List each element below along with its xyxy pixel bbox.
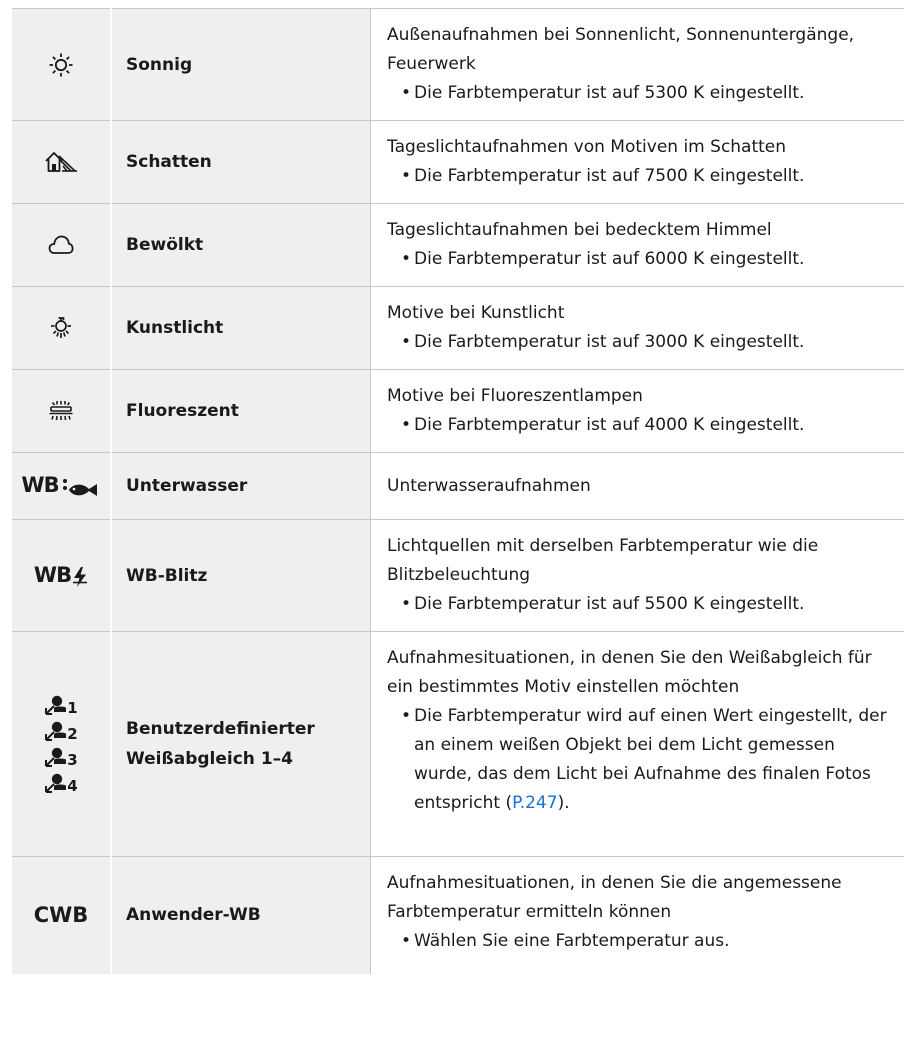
underwater-fish-icon (62, 478, 97, 496)
custom-wb-4: 4 (44, 773, 78, 795)
row-name: WB-Blitz (126, 565, 208, 586)
row-description: Tageslichtaufnahmen bei bedecktem Himmel (387, 220, 772, 240)
row-description: Motive bei Fluoreszentlampen (387, 386, 643, 406)
underwater-wb-icon: WB (21, 473, 100, 499)
row-description: Lichtquellen mit derselben Farbtemperatu… (387, 536, 819, 585)
row-bullet: Wählen Sie eine Farbtemperatur aus. (387, 927, 892, 956)
custom-wb-number: 4 (67, 777, 78, 795)
row-description: Außenaufnahmen bei Sonnenlicht, Sonnenun… (387, 25, 855, 74)
row-bullet: Die Farbtemperatur ist auf 6000 K einges… (387, 245, 892, 274)
table-row: Bewölkt Tageslichtaufnahmen bei bedeckte… (12, 203, 904, 287)
row-name: Sonnig (126, 54, 193, 75)
row-bullet: Die Farbtemperatur ist auf 5300 K einges… (387, 79, 892, 108)
table-row: WB WB-Blitz Lichtquellen mit derselben F… (12, 519, 904, 632)
row-bullet-end: ). (557, 793, 570, 813)
row-name: Unterwasser (126, 476, 248, 496)
custom-wb-icon (45, 747, 67, 767)
row-description: Motive bei Kunstlicht (387, 303, 565, 323)
page-reference-link[interactable]: P.247 (512, 793, 557, 813)
row-name: Kunstlicht (126, 318, 224, 338)
custom-wb-number: 3 (67, 751, 78, 769)
white-balance-table: Sonnig Außenaufnahmen bei Sonnenlicht, S… (12, 8, 904, 974)
table-row: WB Unterwasser Unterwasseraufnahmen (12, 452, 904, 520)
sun-icon (49, 53, 73, 76)
row-description: Aufnahmesituationen, in denen Sie den We… (387, 648, 872, 697)
flash-icon (73, 567, 88, 588)
cwb-icon: CWB (33, 903, 89, 928)
custom-wb-icon (45, 695, 67, 715)
custom-wb-3: 3 (44, 747, 78, 769)
row-bullet-text: Die Farbtemperatur wird auf einen Wert e… (414, 706, 887, 813)
row-description: Tageslichtaufnahmen von Motiven im Schat… (387, 137, 787, 157)
cloud-icon (48, 235, 74, 254)
shade-icon (45, 152, 77, 172)
custom-wb-icon (45, 773, 67, 793)
custom-wb-2: 2 (44, 721, 78, 743)
fluorescent-icon (49, 401, 73, 421)
row-name: Bewölkt (126, 235, 204, 255)
row-bullet: Die Farbtemperatur ist auf 4000 K einges… (387, 411, 892, 440)
row-name: Schatten (126, 152, 212, 172)
table-row: Schatten Tageslichtaufnahmen von Motiven… (12, 120, 904, 204)
custom-wb-icons: 1 2 3 4 (12, 695, 110, 795)
row-name: Fluoreszent (126, 401, 239, 421)
row-description: Unterwasseraufnahmen (387, 475, 591, 496)
row-name: Benutzerdefinierter Weißabgleich 1–4 (126, 719, 315, 769)
flash-wb-icon: WB (34, 563, 88, 589)
custom-wb-icon (45, 721, 67, 741)
custom-wb-number: 2 (67, 725, 78, 743)
custom-wb-number: 1 (67, 699, 78, 717)
table-row: Sonnig Außenaufnahmen bei Sonnenlicht, S… (12, 8, 904, 121)
row-name: Anwender-WB (126, 905, 261, 926)
table-row: 1 2 3 4 Benutzerdefinierter Weißabgleich… (12, 631, 904, 857)
wb-label: WB (33, 562, 72, 587)
custom-wb-1: 1 (44, 695, 78, 717)
wb-label: WB (21, 473, 59, 498)
row-description: Aufnahmesituationen, in denen Sie die an… (387, 873, 842, 922)
table-row: CWB Anwender-WB Aufnahmesituationen, in … (12, 856, 904, 974)
row-bullet: Die Farbtemperatur ist auf 3000 K einges… (387, 328, 892, 357)
table-row: Kunstlicht Motive bei Kunstlicht Die Far… (12, 286, 904, 370)
row-bullet: Die Farbtemperatur wird auf einen Wert e… (387, 702, 892, 818)
table-row: Fluoreszent Motive bei Fluoreszentlampen… (12, 369, 904, 453)
lightbulb-icon (51, 317, 71, 338)
row-bullet: Die Farbtemperatur ist auf 7500 K einges… (387, 162, 892, 191)
row-bullet: Die Farbtemperatur ist auf 5500 K einges… (387, 590, 892, 619)
